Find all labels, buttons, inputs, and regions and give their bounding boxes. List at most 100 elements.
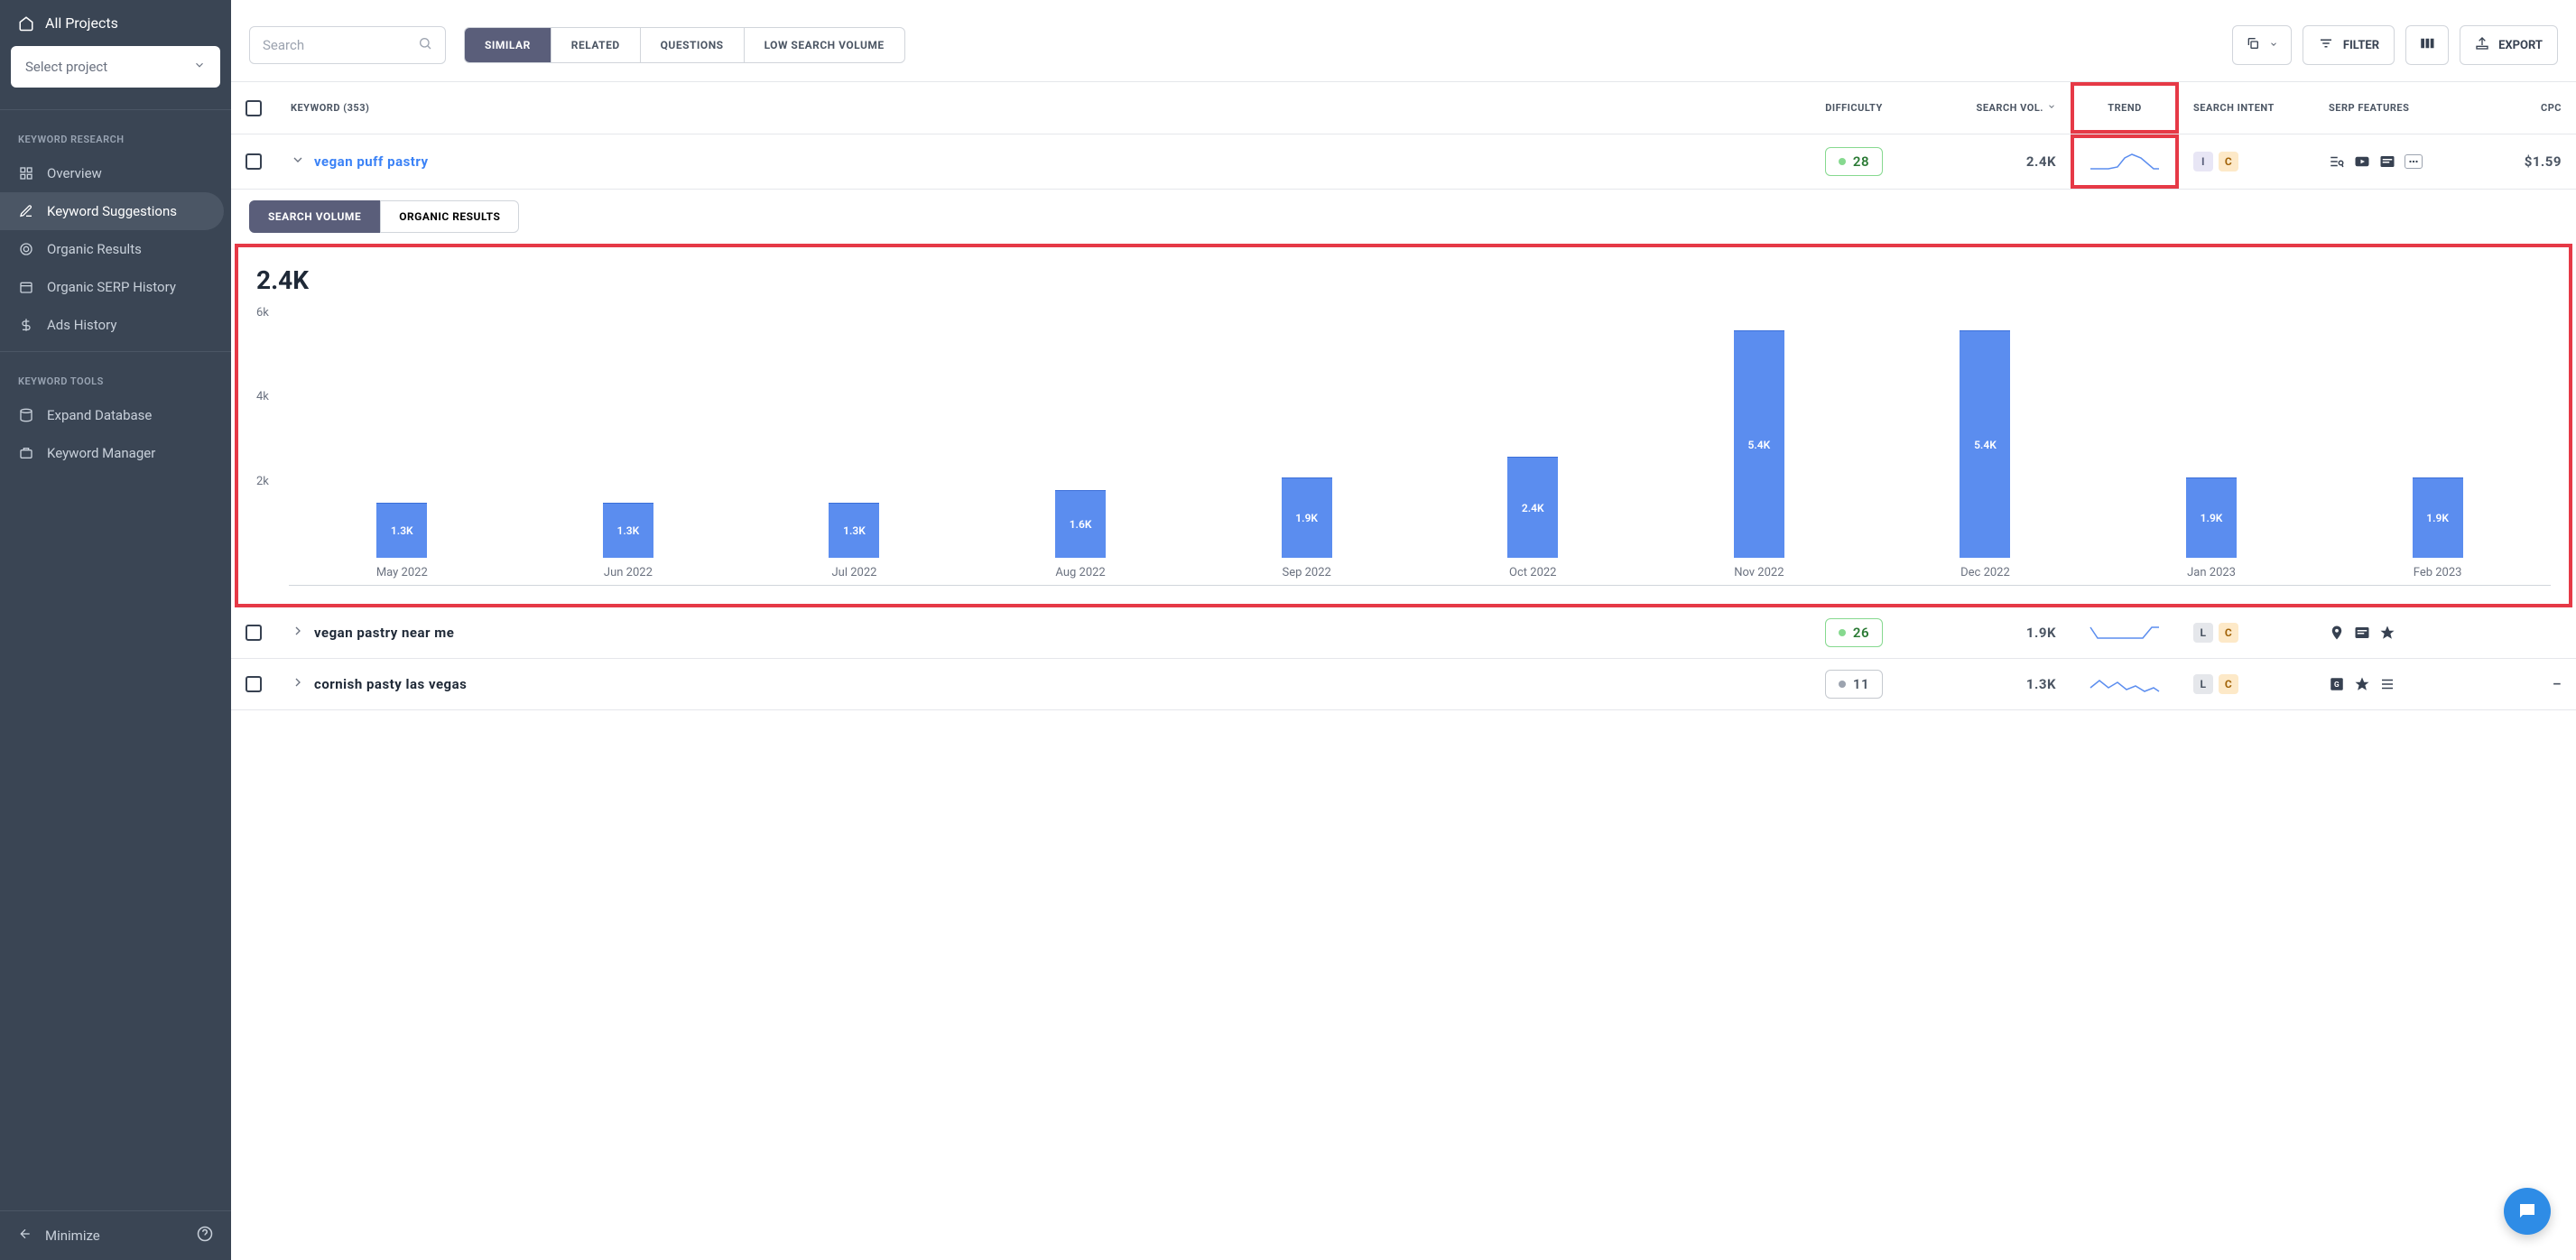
- row-checkbox[interactable]: [246, 153, 262, 170]
- intent-badge-c: C: [2219, 623, 2238, 643]
- tab-similar[interactable]: SIMILAR: [465, 28, 551, 62]
- intent-badge-l: L: [2193, 623, 2213, 643]
- nav-organic-results[interactable]: Organic Results: [0, 230, 231, 268]
- filter-label: FILTER: [2343, 39, 2379, 52]
- nav-expand-database[interactable]: Expand Database: [0, 396, 231, 434]
- grid-icon: [18, 165, 34, 181]
- expand-tabs: SEARCH VOLUME ORGANIC RESULTS: [231, 190, 2576, 244]
- bar-column: 1.9KFeb 2023: [2324, 477, 2551, 558]
- x-label: Nov 2022: [1734, 566, 1784, 579]
- col-cpc[interactable]: CPC: [2495, 82, 2576, 134]
- volume-value: 2.4K: [1917, 143, 2071, 181]
- col-trend[interactable]: TREND: [2071, 82, 2179, 134]
- serp-features: [2329, 153, 2423, 170]
- select-all-checkbox[interactable]: [246, 100, 262, 116]
- difficulty-value: 11: [1853, 676, 1869, 692]
- volume-value: 1.9K: [1917, 614, 2071, 652]
- chat-button[interactable]: [2504, 1188, 2551, 1235]
- col-difficulty[interactable]: DIFFICULTY: [1791, 82, 1917, 134]
- calendar-icon: [18, 279, 34, 295]
- expand-tab-volume[interactable]: SEARCH VOLUME: [249, 200, 380, 233]
- bar-column: 2.4KOct 2022: [1420, 457, 1646, 558]
- copy-dropdown-button[interactable]: [2232, 25, 2292, 65]
- nav-serp-history-label: Organic SERP History: [47, 279, 176, 295]
- sparkline-icon: [2089, 672, 2161, 697]
- keyword-text: cornish pasty las vegas: [314, 676, 467, 692]
- columns-icon: [2419, 35, 2435, 55]
- row-checkbox[interactable]: [246, 625, 262, 641]
- nav-overview[interactable]: Overview: [0, 154, 231, 192]
- bar-column: 5.4KNov 2022: [1646, 330, 1873, 558]
- more-icon[interactable]: [2405, 154, 2423, 169]
- project-select-label: Select project: [25, 59, 107, 75]
- reviews-icon: [2379, 625, 2395, 641]
- bar-column: 1.3KMay 2022: [289, 503, 515, 558]
- expand-tab-organic[interactable]: ORGANIC RESULTS: [380, 200, 519, 233]
- keyword-count: (353): [343, 102, 369, 114]
- trend-cell: [2071, 661, 2179, 708]
- filter-button[interactable]: FILTER: [2303, 25, 2395, 65]
- col-serp[interactable]: SERP FEATURES: [2314, 82, 2495, 134]
- y-tick: 2k: [256, 475, 289, 488]
- x-label: Jan 2023: [2187, 566, 2236, 579]
- section-keyword-research: KEYWORD RESEARCH: [0, 117, 231, 154]
- tab-low-volume[interactable]: LOW SEARCH VOLUME: [745, 28, 904, 62]
- toolbar: Search SIMILAR RELATED QUESTIONS LOW SEA…: [231, 0, 2576, 81]
- intent-badge-i: I: [2193, 152, 2213, 171]
- y-tick: 4k: [256, 390, 289, 403]
- expand-toggle[interactable]: [291, 153, 305, 171]
- bar-column: 5.4KDec 2022: [1872, 330, 2099, 558]
- minimize-button[interactable]: Minimize: [18, 1227, 100, 1245]
- bar: 1.9K: [2186, 477, 2237, 558]
- nav-keyword-manager[interactable]: Keyword Manager: [0, 434, 231, 472]
- briefcase-icon: [18, 445, 34, 461]
- intent-badges: LC: [2193, 674, 2238, 694]
- bars: 1.3KMay 20221.3KJun 20221.3KJul 20221.6K…: [289, 306, 2551, 586]
- cpc-value: –: [2495, 665, 2576, 703]
- search-input[interactable]: Search: [249, 26, 446, 64]
- dot-icon: [1839, 629, 1846, 636]
- expand-toggle[interactable]: [291, 624, 305, 642]
- export-button[interactable]: EXPORT: [2460, 25, 2558, 65]
- nav-keyword-suggestions[interactable]: Keyword Suggestions: [0, 192, 224, 230]
- tab-group: SIMILAR RELATED QUESTIONS LOW SEARCH VOL…: [464, 27, 905, 63]
- upload-icon: [2475, 36, 2489, 54]
- local-pack-icon: G: [2329, 676, 2345, 692]
- col-keyword[interactable]: KEYWORD (353): [276, 82, 1791, 134]
- col-volume[interactable]: SEARCH VOL.: [1917, 82, 2071, 134]
- columns-button[interactable]: [2405, 25, 2449, 65]
- help-icon[interactable]: [197, 1226, 213, 1246]
- row-checkbox[interactable]: [246, 676, 262, 692]
- nav-ads-history[interactable]: Ads History: [0, 306, 231, 344]
- x-label: Feb 2023: [2414, 566, 2462, 579]
- location-icon: [2329, 625, 2345, 641]
- dollar-icon: [18, 317, 34, 333]
- chat-icon: [2516, 1200, 2538, 1222]
- cpc-value: $1.59: [2495, 143, 2576, 181]
- chart-title: 2.4K: [256, 265, 2551, 295]
- trend-cell: [2071, 134, 2179, 189]
- bar: 1.9K: [2413, 477, 2463, 558]
- tab-related[interactable]: RELATED: [551, 28, 641, 62]
- tab-questions[interactable]: QUESTIONS: [641, 28, 745, 62]
- bar-column: 1.9KSep 2022: [1193, 477, 1420, 558]
- intent-badge-c: C: [2219, 152, 2238, 171]
- y-tick: 6k: [256, 306, 289, 320]
- nav-serp-history[interactable]: Organic SERP History: [0, 268, 231, 306]
- x-label: May 2022: [376, 566, 428, 579]
- filter-icon: [2318, 35, 2334, 55]
- table-row: vegan pastry near me 26 1.9K LC: [231, 607, 2576, 659]
- intent-badge-l: L: [2193, 674, 2213, 694]
- bar: 1.9K: [1282, 477, 1332, 558]
- keyword-link[interactable]: vegan puff pastry: [314, 153, 429, 170]
- chevron-down-icon: [2269, 39, 2278, 52]
- sidebar: All Projects Select project KEYWORD RESE…: [0, 0, 231, 1260]
- all-projects-link[interactable]: All Projects: [11, 14, 220, 32]
- paa-icon: [2329, 153, 2345, 170]
- expand-toggle[interactable]: [291, 675, 305, 693]
- col-intent[interactable]: SEARCH INTENT: [2179, 82, 2314, 134]
- target-icon: [18, 241, 34, 257]
- project-select[interactable]: Select project: [11, 46, 220, 88]
- dot-icon: [1839, 681, 1846, 688]
- table-row: cornish pasty las vegas 11 1.3K LC G –: [231, 659, 2576, 710]
